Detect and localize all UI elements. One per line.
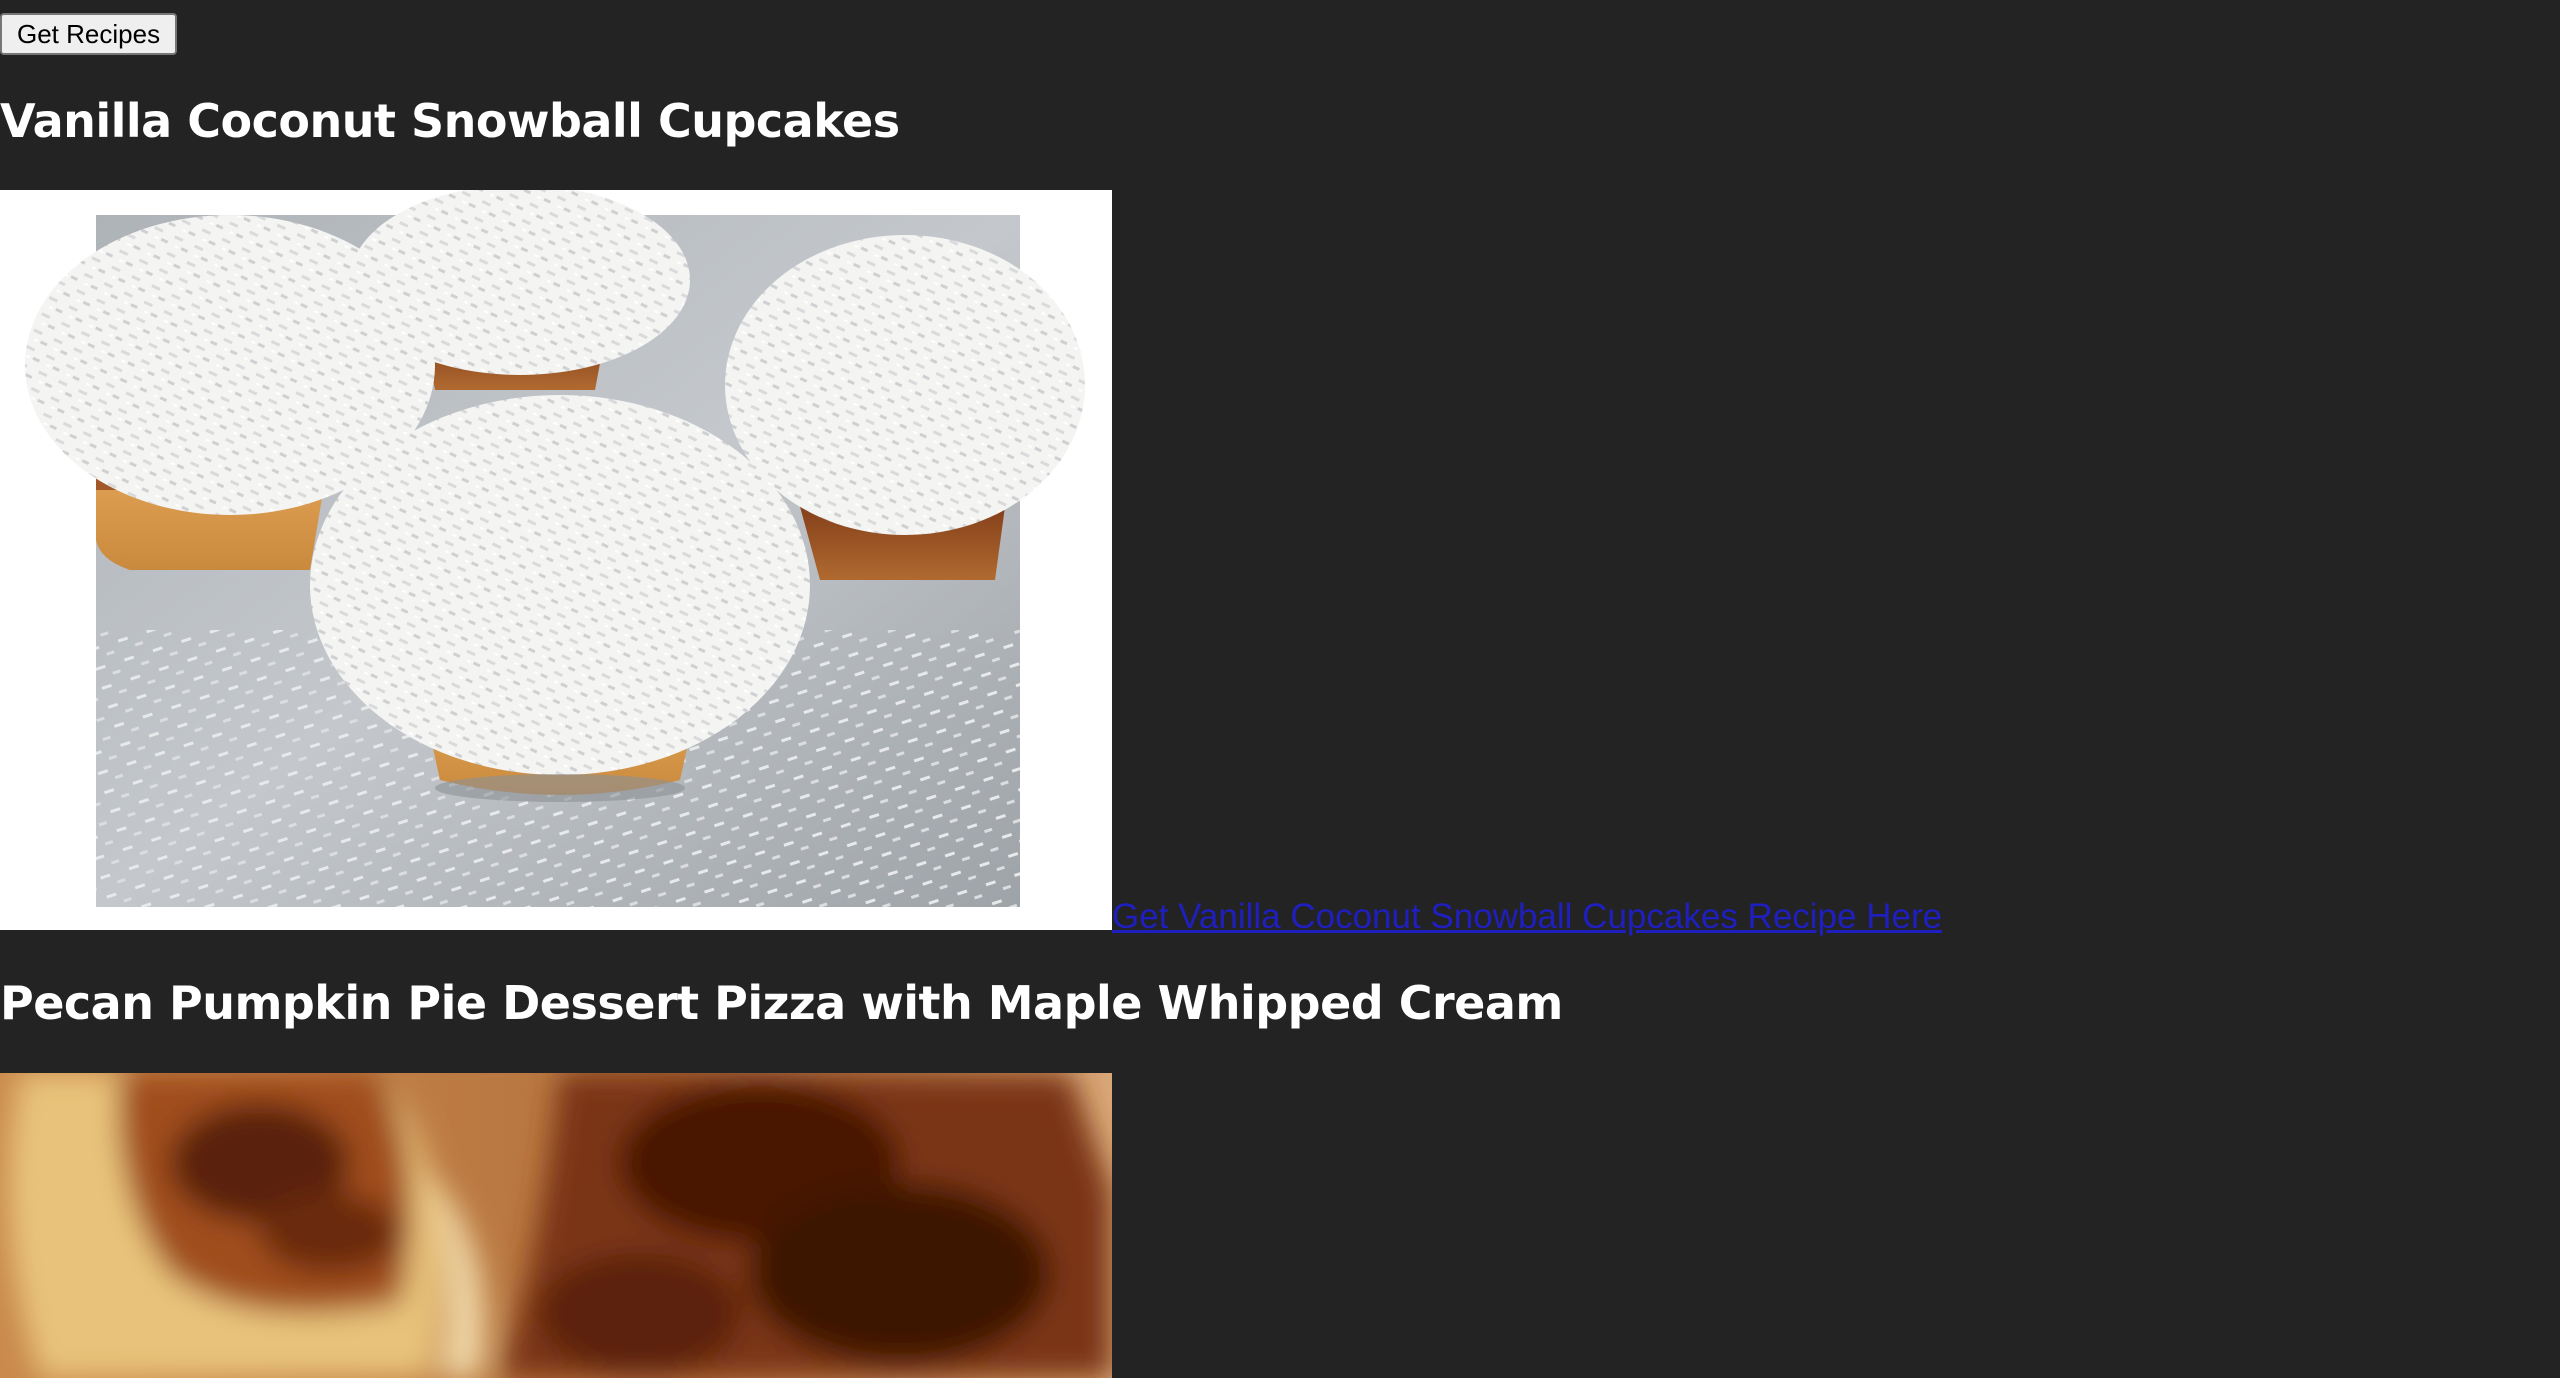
pecan-pizza-photo — [0, 1073, 1112, 1378]
get-recipes-button[interactable]: Get Recipes — [0, 13, 178, 55]
recipe-page: Get Recipes Vanilla Coconut Snowball Cup… — [0, 0, 2560, 1378]
recipe-image — [0, 190, 1112, 930]
recipe-link[interactable]: Get Vanilla Coconut Snowball Cupcakes Re… — [1112, 897, 1942, 937]
recipe-title: Pecan Pumpkin Pie Dessert Pizza with Map… — [0, 976, 1563, 1030]
cupcakes-photo — [25, 190, 1085, 907]
recipe-title: Vanilla Coconut Snowball Cupcakes — [0, 94, 900, 148]
recipe-image — [0, 1073, 1112, 1378]
